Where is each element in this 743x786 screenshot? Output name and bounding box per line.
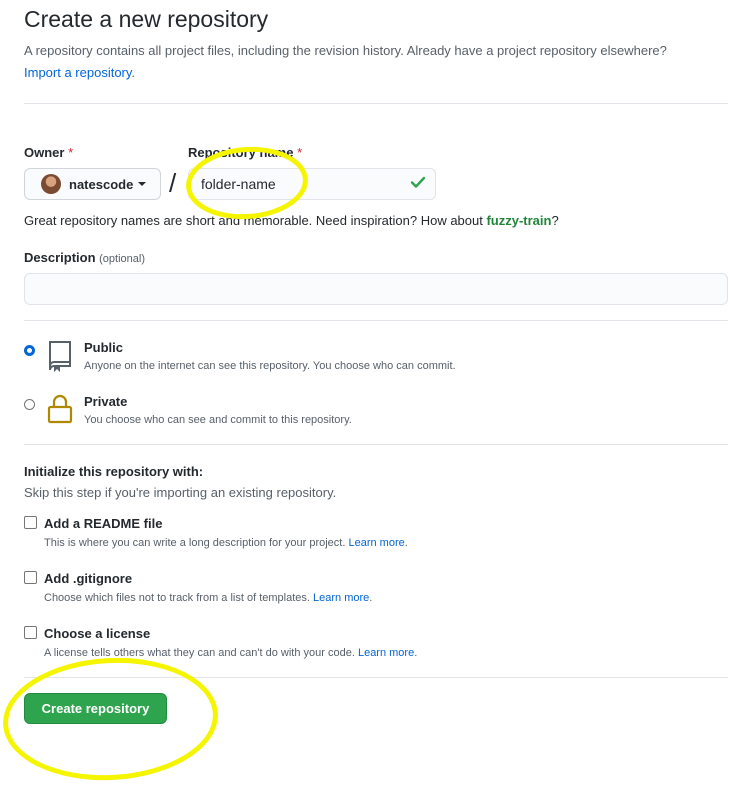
public-option-desc: Anyone on the internet can see this repo… [84, 360, 456, 372]
name-suggestion-link[interactable]: fuzzy-train [486, 213, 551, 228]
initialize-subtitle: Skip this step if you're importing an ex… [24, 485, 337, 500]
license-option-title: Choose a license [44, 626, 151, 641]
caret-down-icon [138, 182, 147, 186]
subtitle-text: A repository contains all project files,… [24, 43, 667, 58]
initialize-title: Initialize this repository with: [24, 464, 204, 479]
readme-option-desc: This is where you can write a long descr… [44, 537, 408, 549]
owner-value: natescode [69, 176, 134, 192]
divider [24, 444, 728, 445]
lock-icon [47, 393, 73, 430]
owner-repo-separator: / [169, 168, 177, 198]
hint-text: Great repository names are short and mem… [24, 213, 487, 228]
repository-name-hint: Great repository names are short and mem… [24, 213, 559, 228]
private-option-desc: You choose who can see and commit to thi… [84, 414, 352, 426]
readme-learn-more-link[interactable]: Learn more [348, 537, 404, 549]
divider [24, 677, 728, 678]
private-radio[interactable] [24, 399, 35, 410]
gitignore-desc-period: . [369, 592, 373, 604]
gitignore-option-title: Add .gitignore [44, 571, 133, 586]
gitignore-learn-more-link[interactable]: Learn more [313, 592, 369, 604]
gitignore-desc-text: Choose which files not to track from a l… [44, 592, 310, 604]
owner-select-button[interactable]: natescode [24, 168, 161, 200]
license-option-desc: A license tells others what they can and… [44, 647, 417, 659]
owner-label-text: Owner [24, 145, 65, 160]
description-input[interactable] [24, 273, 728, 305]
gitignore-checkbox[interactable] [24, 571, 37, 584]
readme-desc-period: . [404, 537, 408, 549]
owner-required-mark: * [68, 145, 74, 160]
license-desc-period: . [414, 647, 418, 659]
page-title: Create a new repository [24, 6, 269, 32]
license-learn-more-link[interactable]: Learn more [358, 647, 414, 659]
subtitle-period: . [131, 65, 136, 80]
license-checkbox[interactable] [24, 626, 37, 639]
readme-checkbox[interactable] [24, 516, 37, 529]
gitignore-option-desc: Choose which files not to track from a l… [44, 592, 372, 604]
description-label-text: Description [24, 250, 96, 265]
owner-label: Owner * [24, 145, 73, 160]
license-desc-text: A license tells others what they can and… [44, 647, 355, 659]
repository-name-required-mark: * [297, 145, 303, 160]
check-icon [410, 174, 426, 195]
repository-name-input[interactable] [188, 168, 436, 200]
readme-option-title: Add a README file [44, 516, 163, 531]
readme-desc-text: This is where you can write a long descr… [44, 537, 346, 549]
import-repository-link[interactable]: Import a repository [24, 65, 131, 80]
private-option-title: Private [84, 394, 128, 409]
hint-end: ? [551, 213, 559, 228]
public-radio[interactable] [24, 345, 35, 356]
public-option-title: Public [84, 340, 124, 355]
create-repository-button[interactable]: Create repository [24, 693, 167, 724]
description-label: Description (optional) [24, 250, 145, 265]
description-optional: (optional) [99, 253, 145, 265]
divider [24, 320, 728, 321]
divider [24, 103, 728, 104]
page-subtitle: A repository contains all project files,… [24, 40, 729, 84]
avatar [41, 174, 61, 194]
repository-name-label-text: Repository name [188, 145, 294, 160]
repository-name-label: Repository name * [188, 145, 302, 160]
repo-book-icon [46, 340, 74, 377]
